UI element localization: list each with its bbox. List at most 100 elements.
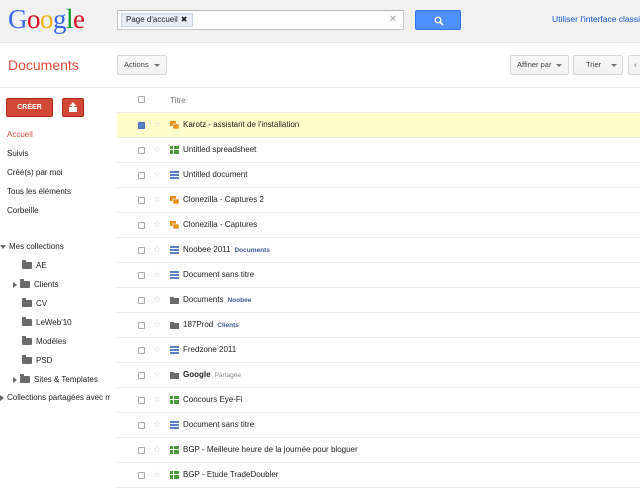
expand-right-icon[interactable] [13,281,17,288]
document-title[interactable]: BGP - Etude TradeDoubler [183,470,278,479]
star-icon[interactable]: ☆ [153,294,161,305]
table-row[interactable]: ☆ Clonezilla - Captures 2 [117,188,640,213]
row-checkbox[interactable] [138,197,145,204]
create-button[interactable]: CRÉER [6,98,53,117]
select-all-checkbox[interactable] [138,96,145,103]
search-input[interactable]: Page d'accueil ✖ ✕ [117,10,404,30]
collection-item[interactable]: Clients [13,279,58,289]
shared-collections-header[interactable]: Collections partagées avec moi [0,393,110,402]
row-checkbox[interactable] [138,147,145,154]
row-checkbox[interactable] [138,372,145,379]
row-checkbox[interactable] [138,347,145,354]
classic-interface-link[interactable]: Utiliser l'interface classique [552,14,640,24]
expand-right-icon[interactable] [13,376,17,383]
expand-right-icon[interactable] [0,394,4,401]
star-icon[interactable]: ☆ [153,144,161,155]
document-title[interactable]: Noobee 2011 [183,245,230,254]
document-title[interactable]: Clonezilla - Captures 2 [183,195,264,204]
google-logo[interactable]: Google [8,4,85,34]
clear-search-icon[interactable]: ✕ [389,14,397,25]
table-row[interactable]: ☆ Document sans titre [117,263,640,288]
nav-created-by-me[interactable]: Créé(s) par moi [7,168,63,177]
collection-item[interactable]: CV [22,298,47,308]
collection-tag[interactable]: Clients [217,322,239,329]
row-checkbox[interactable] [138,422,145,429]
star-icon[interactable]: ☆ [153,219,161,230]
table-row[interactable]: ☆ Clonezilla - Captures [117,213,640,238]
collection-item[interactable]: LeWeb'10 [22,317,72,327]
star-icon[interactable]: ☆ [153,444,161,455]
table-row[interactable]: ☆ BGP - Etude TradeDoubler [117,463,640,488]
collection-tag[interactable]: Partagée [215,372,241,379]
table-row[interactable]: ☆ Document sans titre [117,413,640,438]
table-row[interactable]: ☆ Untitled spreadsheet [117,138,640,163]
star-icon[interactable]: ☆ [153,269,161,280]
nav-suivis[interactable]: Suivis [7,149,28,158]
table-row[interactable]: ☆ 187Prod Clients [117,313,640,338]
row-checkbox[interactable] [138,322,145,329]
sort-button[interactable]: Trier [573,55,624,75]
document-title[interactable]: Document sans titre [183,420,254,429]
table-row[interactable]: ☆ Concours Eye-Fi [117,388,640,413]
app-title[interactable]: Documents [8,57,79,73]
collection-item[interactable]: Sites & Templates [13,374,98,384]
nav-accueil[interactable]: Accueil [7,130,33,139]
expand-down-icon[interactable] [0,244,6,249]
row-label: Fredzone 2011 [183,345,236,354]
star-icon[interactable]: ☆ [153,419,161,430]
collection-tag[interactable]: Documents [234,247,269,254]
table-row[interactable]: ☆ BGP - Meilleure heure de la journée pou… [117,438,640,463]
spreadsheet-icon [170,146,179,154]
search-button[interactable] [415,10,461,30]
search-filter-chip[interactable]: Page d'accueil ✖ [121,13,193,27]
document-title[interactable]: BGP - Meilleure heure de la journée pour… [183,445,358,454]
document-title[interactable]: Untitled document [183,170,247,179]
row-checkbox[interactable] [138,472,145,479]
title-column-header[interactable]: Titre [170,96,186,105]
nav-all-items[interactable]: Tous les éléments [7,187,71,196]
star-icon[interactable]: ☆ [153,394,161,405]
document-title[interactable]: Karotz - assistant de l'installation [183,120,299,129]
star-icon[interactable]: ☆ [153,344,161,355]
collection-item[interactable]: AE [22,260,47,270]
document-title[interactable]: Document sans titre [183,270,254,279]
view-toggle-button[interactable]: ‹ [628,55,640,75]
row-checkbox[interactable] [138,397,145,404]
document-title[interactable]: 187Prod [183,320,213,329]
row-checkbox[interactable] [138,447,145,454]
row-checkbox[interactable] [138,297,145,304]
nav-trash[interactable]: Corbeille [7,206,39,215]
collection-item[interactable]: Modèles [22,336,66,346]
affiner-par-button[interactable]: Affiner par [510,55,570,75]
actions-button[interactable]: Actions [117,55,167,75]
row-checkbox[interactable] [138,122,145,129]
table-row[interactable]: ☆ Fredzone 2011 [117,338,640,363]
upload-button[interactable] [62,98,84,117]
document-title[interactable]: Clonezilla - Captures [183,220,257,229]
row-checkbox[interactable] [138,172,145,179]
collection-item[interactable]: PSD [22,355,52,365]
document-title[interactable]: Fredzone 2011 [183,345,236,354]
star-icon[interactable]: ☆ [153,319,161,330]
collection-tag[interactable]: Noobee [227,297,251,304]
document-title[interactable]: Untitled spreadsheet [183,145,256,154]
star-icon[interactable]: ☆ [153,169,161,180]
remove-chip-icon[interactable]: ✖ [181,15,188,24]
document-title[interactable]: Concours Eye-Fi [183,395,243,404]
star-icon[interactable]: ☆ [153,194,161,205]
document-title[interactable]: Google [183,370,211,379]
table-row[interactable]: ☆ Google Partagée [117,363,640,388]
row-checkbox[interactable] [138,247,145,254]
star-icon[interactable]: ☆ [153,469,161,480]
star-icon[interactable]: ☆ [153,244,161,255]
row-checkbox[interactable] [138,272,145,279]
table-row[interactable]: ☆ Karotz - assistant de l'installation [117,113,640,138]
table-row[interactable]: ☆ Noobee 2011 Documents [117,238,640,263]
star-icon[interactable]: ☆ [153,119,161,130]
my-collections-header[interactable]: Mes collections [0,242,64,251]
row-checkbox[interactable] [138,222,145,229]
document-title[interactable]: Documents [183,295,223,304]
table-row[interactable]: ☆ Untitled document [117,163,640,188]
table-row[interactable]: ☆ Documents Noobee [117,288,640,313]
star-icon[interactable]: ☆ [153,369,161,380]
